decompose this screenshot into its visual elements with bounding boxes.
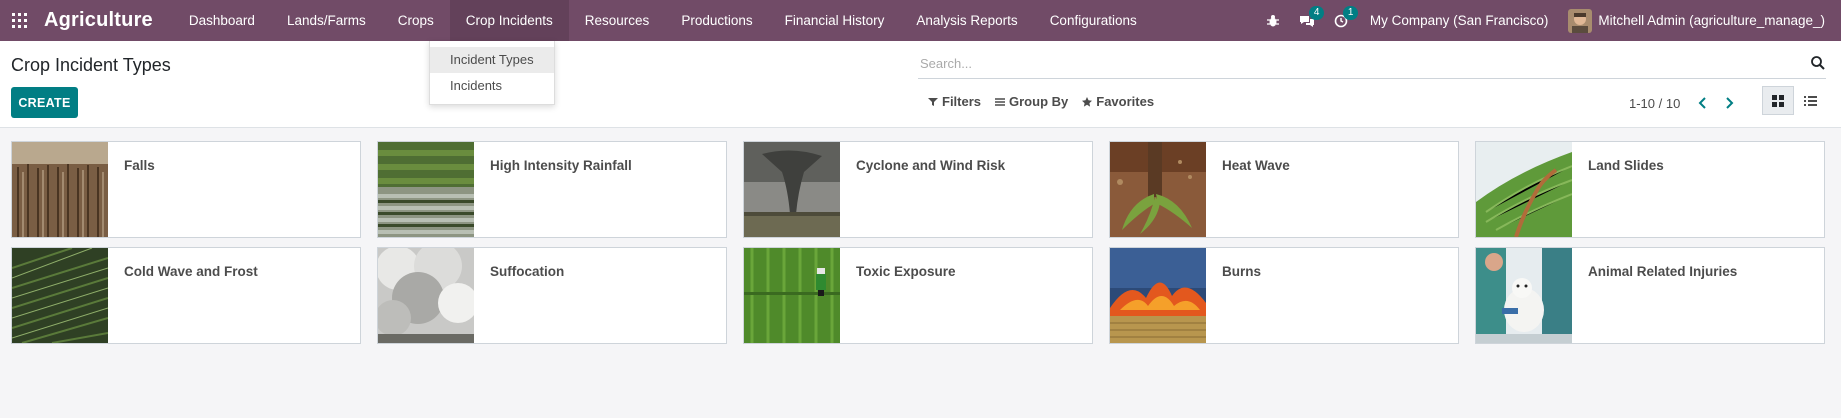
pager: 1-10 / 10 <box>1629 94 1744 112</box>
messages-button[interactable]: 4 <box>1290 0 1325 41</box>
card-image-green-hillside <box>1476 142 1572 237</box>
favorites-label: Favorites <box>1096 94 1155 109</box>
search-input[interactable] <box>918 55 1798 71</box>
kanban-card[interactable]: Cyclone and Wind Risk <box>743 141 1093 238</box>
kanban-view-button[interactable] <box>1762 86 1794 115</box>
card-title: Falls <box>124 158 155 173</box>
apps-menu-button[interactable] <box>0 0 38 41</box>
view-switcher <box>1762 86 1826 115</box>
groupby-label: Group By <box>1009 94 1069 109</box>
card-title: Animal Related Injuries <box>1588 264 1738 279</box>
nav-item-productions[interactable]: Productions <box>665 0 768 41</box>
list-icon <box>1803 95 1817 106</box>
bug-icon <box>1266 14 1279 26</box>
nav-item-lands-farms[interactable]: Lands/Farms <box>271 0 382 41</box>
pager-next-button[interactable] <box>1716 94 1744 112</box>
card-image-wilted-plant <box>1110 142 1206 237</box>
chevron-left-icon <box>1698 97 1707 109</box>
card-title: Burns <box>1222 264 1262 279</box>
nav-item-dashboard[interactable]: Dashboard <box>173 0 271 41</box>
crop-incidents-dropdown: Incident Types Incidents <box>429 41 555 105</box>
activities-button[interactable]: 1 <box>1324 0 1359 41</box>
user-name: Mitchell Admin (agriculture_manage_) <box>1598 13 1825 28</box>
kanban-card[interactable]: Suffocation <box>377 247 727 344</box>
nav-item-resources[interactable]: Resources <box>569 0 666 41</box>
filters-button[interactable]: Filters <box>928 94 981 109</box>
card-image-vet-with-dog <box>1476 248 1572 343</box>
pager-previous-button[interactable] <box>1688 94 1716 112</box>
nav-item-configurations[interactable]: Configurations <box>1034 0 1153 41</box>
kanban-card[interactable]: Land Slides <box>1475 141 1825 238</box>
card-title: Cyclone and Wind Risk <box>856 158 1006 173</box>
kanban-card[interactable]: Animal Related Injuries <box>1475 247 1825 344</box>
card-title: Toxic Exposure <box>856 264 956 279</box>
card-image-tornado <box>744 142 840 237</box>
search-icon[interactable] <box>1810 55 1826 71</box>
card-image-crop-sprayer <box>744 248 840 343</box>
app-brand[interactable]: Agriculture <box>38 9 173 32</box>
main-menu: Dashboard Lands/Farms Crops Crop Inciden… <box>173 0 1153 41</box>
kanban-grid-icon <box>1772 94 1784 107</box>
star-icon <box>1082 96 1093 107</box>
nav-item-financial-history[interactable]: Financial History <box>769 0 901 41</box>
kanban-card[interactable]: Heat Wave <box>1109 141 1459 238</box>
filter-icon <box>928 97 938 106</box>
nav-item-crop-incidents[interactable]: Crop Incidents <box>449 0 569 41</box>
create-button[interactable]: CREATE <box>11 87 78 118</box>
card-title: Land Slides <box>1588 158 1664 173</box>
dropdown-item-incident-types[interactable]: Incident Types <box>430 47 554 73</box>
favorites-button[interactable]: Favorites <box>1082 94 1154 109</box>
nav-item-analysis-reports[interactable]: Analysis Reports <box>900 0 1033 41</box>
search-options: Filters Group By Favorites <box>928 94 1154 109</box>
systray: 4 1 My Company (San Francisco) Mitchell … <box>1256 0 1841 41</box>
user-avatar <box>1568 8 1593 33</box>
apps-grid-icon <box>11 13 27 28</box>
card-title: Suffocation <box>490 264 565 279</box>
card-title: Cold Wave and Frost <box>124 264 258 279</box>
pager-value[interactable]: 1-10 / 10 <box>1629 96 1680 111</box>
card-title: Heat Wave <box>1222 158 1290 173</box>
nav-item-crops[interactable]: Crops <box>382 0 450 41</box>
chevron-right-icon <box>1726 97 1734 109</box>
kanban-card[interactable]: High Intensity Rainfall <box>377 141 727 238</box>
card-image-field-fire <box>1110 248 1206 343</box>
kanban-card[interactable]: Toxic Exposure <box>743 247 1093 344</box>
search-box <box>918 48 1826 79</box>
dropdown-item-incidents[interactable]: Incidents <box>430 73 554 99</box>
card-image-field-crops <box>12 142 108 237</box>
user-menu[interactable]: Mitchell Admin (agriculture_manage_) <box>1568 8 1841 33</box>
page-title: Crop Incident Types <box>11 55 171 75</box>
groupby-button[interactable]: Group By <box>995 94 1068 109</box>
activities-badge: 1 <box>1342 6 1359 20</box>
company-switcher[interactable]: My Company (San Francisco) <box>1358 13 1569 28</box>
card-title: High Intensity Rainfall <box>490 158 632 173</box>
kanban-view: Falls High Intensity Rainfall Cyclone an… <box>11 141 1831 344</box>
list-view-button[interactable] <box>1794 86 1826 115</box>
card-image-flooded-field <box>378 142 474 237</box>
kanban-card[interactable]: Falls <box>11 141 361 238</box>
control-panel: Crop Incident Types CREATE Filters Group… <box>0 41 1841 128</box>
card-image-smoke <box>378 248 474 343</box>
top-navbar: Agriculture Dashboard Lands/Farms Crops … <box>0 0 1841 41</box>
filters-label: Filters <box>942 94 982 109</box>
bars-icon <box>995 97 1006 106</box>
kanban-card[interactable]: Burns <box>1109 247 1459 344</box>
card-image-frosted-grass <box>12 248 108 343</box>
debug-button[interactable] <box>1256 0 1290 41</box>
kanban-card[interactable]: Cold Wave and Frost <box>11 247 361 344</box>
messages-badge: 4 <box>1308 6 1325 20</box>
